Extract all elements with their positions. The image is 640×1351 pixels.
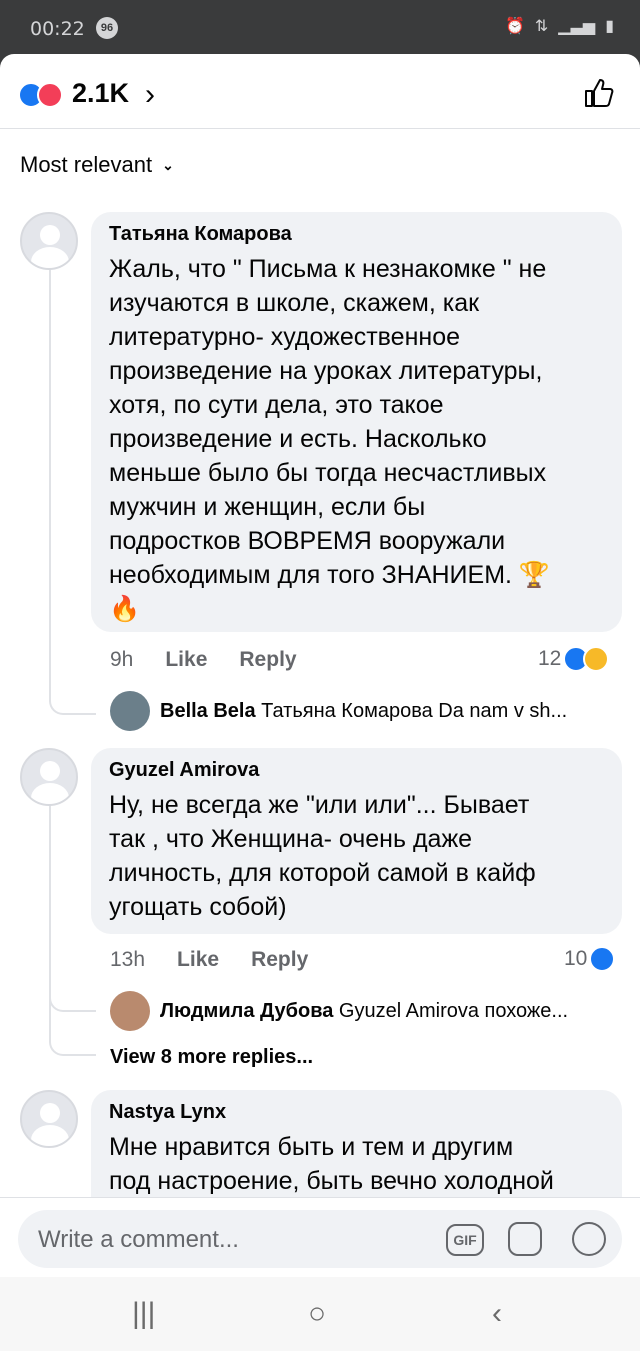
comment-reactions[interactable]: 10 (564, 946, 616, 972)
comment-reactions[interactable]: 12 (538, 646, 610, 672)
comment-text: Ну, не всегда же "или или"... Бывает так… (109, 791, 536, 921)
comment-actions: 9h Like Reply (110, 648, 297, 672)
avatar[interactable] (20, 212, 78, 270)
comment-input-placeholder: Write a comment... (38, 1226, 239, 1253)
thumbs-up-icon[interactable] (582, 76, 616, 110)
reaction-count: 12 (538, 647, 562, 670)
reply-button[interactable]: Reply (251, 948, 308, 972)
love-reaction-icon (37, 82, 63, 108)
care-reaction-icon (583, 646, 610, 672)
reply-author: Bella Bela (160, 700, 256, 722)
recent-apps-icon[interactable]: ||| (132, 1297, 155, 1331)
gif-button[interactable]: GIF (446, 1224, 484, 1256)
system-icons: ⏰ ⇅ ▁▃▅ ▮ (505, 16, 614, 36)
emoji-icon[interactable] (572, 1222, 606, 1256)
like-button[interactable]: Like (177, 948, 219, 972)
home-icon[interactable]: ○ (308, 1297, 326, 1331)
comment-input[interactable]: Write a comment... GIF (18, 1210, 622, 1268)
system-nav-bar: ||| ○ ‹ (0, 1277, 640, 1351)
reaction-count: 10 (564, 947, 588, 970)
back-icon[interactable]: ‹ (492, 1297, 502, 1331)
chevron-down-icon: ⌄ (162, 156, 174, 173)
comment-author[interactable]: Nastya Lynx (109, 1101, 604, 1124)
reply-text: Татьяна Комарова Da nam v sh... (261, 700, 568, 722)
chevron-right-icon[interactable]: › (145, 78, 155, 112)
thread-line (49, 805, 96, 1012)
comment-time[interactable]: 9h (110, 648, 133, 672)
notification-count-badge: 96 (96, 17, 118, 39)
battery-icon: ▮ (605, 18, 614, 35)
data-icon: ⇅ (534, 18, 549, 35)
comment-actions: 13h Like Reply (110, 948, 308, 972)
comment-author[interactable]: Gyuzel Amirova (109, 759, 604, 782)
comment-time[interactable]: 13h (110, 948, 145, 972)
thread-line (49, 269, 96, 715)
reactions-header[interactable]: 2.1K › (0, 54, 640, 129)
comment-text: Жаль, что " Письма к незнакомке " не изу… (109, 255, 551, 623)
comment-text: Мне нравится быть и тем и другим под нас… (109, 1133, 554, 1195)
like-reaction-icon (589, 946, 616, 972)
comment-author[interactable]: Татьяна Комарова (109, 223, 604, 246)
thread-line (49, 994, 96, 1056)
sort-dropdown[interactable]: Most relevant ⌄ (20, 152, 174, 178)
status-time: 00:22 (30, 18, 85, 40)
reply-preview[interactable]: Людмила Дубова Gyuzel Amirova похоже... (160, 1000, 568, 1023)
signal-icon: ▁▃▅ (558, 18, 596, 35)
comment-bubble[interactable]: Татьяна Комарова Жаль, что " Письма к не… (91, 212, 622, 632)
reply-preview[interactable]: Bella Bela Татьяна Комарова Da nam v sh.… (160, 700, 567, 723)
reaction-count[interactable]: 2.1K (72, 78, 129, 109)
comment-bubble[interactable]: Gyuzel Amirova Ну, не всегда же "или или… (91, 748, 622, 934)
reply-button[interactable]: Reply (239, 648, 296, 672)
view-more-replies-link[interactable]: View 8 more replies... (110, 1046, 313, 1069)
reply-author: Людмила Дубова (160, 1000, 334, 1022)
alarm-icon: ⏰ (504, 18, 525, 35)
comments-sheet: 2.1K › Most relevant ⌄ Татьяна Комарова … (0, 54, 640, 1277)
avatar[interactable] (20, 748, 78, 806)
comment-composer: Write a comment... GIF (0, 1197, 640, 1277)
sort-label: Most relevant (20, 152, 153, 177)
reply-text: Gyuzel Amirova похоже... (338, 1000, 569, 1022)
sticker-icon[interactable] (508, 1222, 542, 1256)
avatar[interactable] (20, 1090, 78, 1148)
like-button[interactable]: Like (165, 648, 207, 672)
status-bar: 00:22 96 ⏰ ⇅ ▁▃▅ ▮ (0, 0, 640, 54)
reply-avatar[interactable] (110, 691, 150, 731)
reply-avatar[interactable] (110, 991, 150, 1031)
